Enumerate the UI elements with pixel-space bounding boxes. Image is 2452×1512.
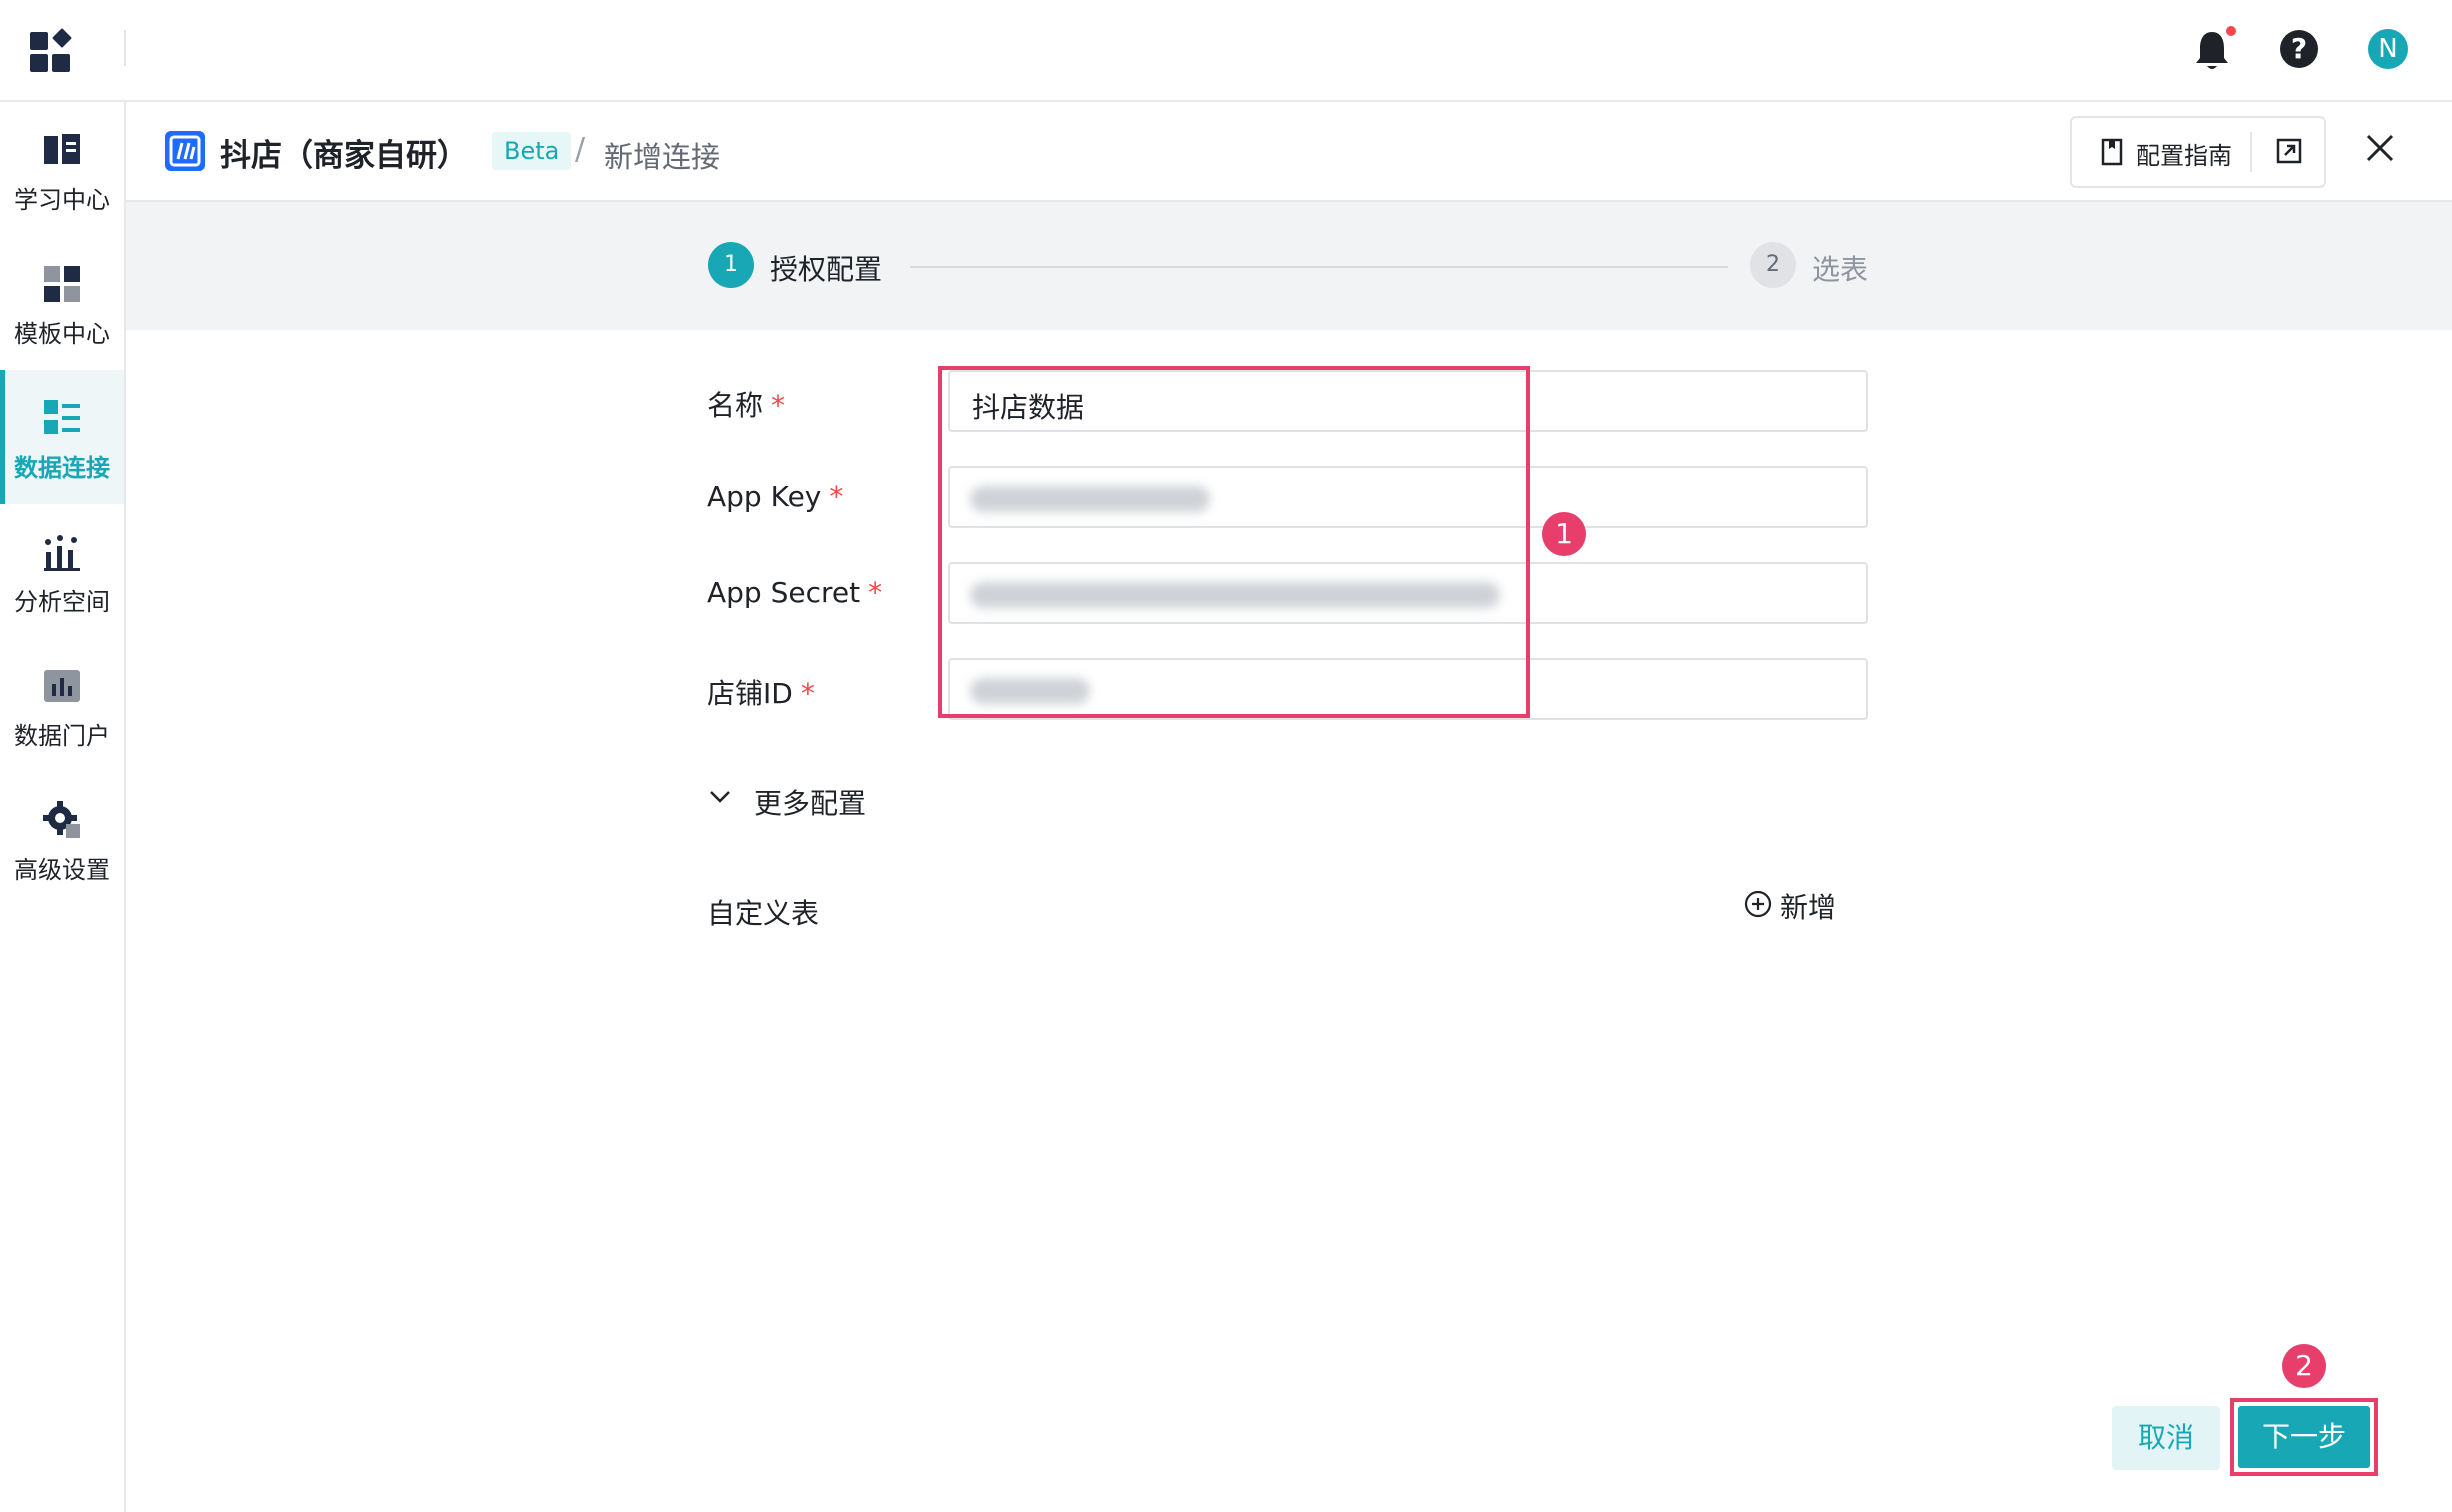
next-step-button[interactable]: 下一步 (2238, 1406, 2370, 1468)
step-2-label: 选表 (1812, 253, 1869, 286)
step-connector (910, 266, 1728, 268)
sidebar-item-label: 高级设置 (14, 856, 110, 884)
gear-icon (43, 801, 80, 838)
breadcrumb-current: 新增连接 (604, 140, 721, 174)
button-divider (2250, 132, 2252, 172)
app-secret-label: App Secret * (707, 576, 883, 609)
sidebar-item-advanced-settings[interactable]: 高级设置 (0, 772, 124, 906)
app-grid-icon[interactable] (28, 28, 78, 78)
notification-dot (2226, 26, 2236, 36)
config-guide-button[interactable]: 配置指南 (2070, 116, 2326, 188)
analysis-icon (44, 535, 80, 571)
config-guide-label: 配置指南 (2136, 142, 2232, 170)
book-icon (44, 134, 80, 164)
page-title: 抖店（商家自研） (220, 138, 468, 174)
close-icon[interactable] (2362, 130, 2398, 166)
active-indicator (0, 370, 5, 504)
annotation-highlight-fields (938, 366, 1530, 718)
top-bar (0, 0, 2452, 102)
sidebar-item-learning-center[interactable]: 学习中心 (0, 102, 124, 236)
breadcrumb-separator: / (575, 132, 586, 167)
sidebar-item-analysis-space[interactable]: 分析空间 (0, 504, 124, 638)
cancel-button[interactable]: 取消 (2112, 1406, 2220, 1470)
document-icon (2101, 138, 2123, 166)
open-external-icon[interactable] (2276, 138, 2302, 164)
plus-circle-icon (1744, 890, 1772, 918)
doudian-logo-icon (165, 131, 205, 171)
chevron-down-icon[interactable] (708, 784, 732, 808)
add-label: 新增 (1780, 891, 1837, 924)
sidebar-item-data-connection[interactable]: 数据连接 (0, 370, 124, 504)
sidebar-item-label: 模板中心 (14, 320, 110, 348)
name-label: 名称 * (707, 389, 786, 422)
data-connect-icon (44, 400, 80, 434)
topbar-divider (124, 30, 126, 66)
shop-id-label: 店铺ID * (707, 677, 815, 710)
template-icon (44, 266, 80, 302)
step-1-number: 1 (708, 242, 754, 288)
sidebar-item-label: 学习中心 (14, 186, 110, 214)
step-2-number: 2 (1750, 242, 1796, 288)
sidebar: 学习中心 模板中心 数据连接 分析空间 数据门户 高级设置 (0, 102, 126, 1512)
step-1-label: 授权配置 (770, 253, 883, 286)
sidebar-item-label: 分析空间 (14, 588, 110, 616)
help-icon[interactable]: ? (2280, 30, 2318, 68)
annotation-badge-2: 2 (2282, 1344, 2326, 1388)
sidebar-item-label: 数据门户 (14, 722, 110, 750)
custom-table-label: 自定义表 (707, 897, 820, 930)
avatar[interactable]: N (2368, 29, 2408, 69)
sidebar-item-label: 数据连接 (14, 454, 110, 482)
sidebar-item-data-portal[interactable]: 数据门户 (0, 638, 124, 772)
annotation-badge-1: 1 (1542, 512, 1586, 556)
more-config-toggle[interactable]: 更多配置 (754, 782, 866, 822)
sidebar-item-template-center[interactable]: 模板中心 (0, 236, 124, 370)
portal-icon (44, 670, 80, 702)
beta-badge: Beta (492, 132, 572, 170)
app-key-label: App Key * (707, 480, 844, 513)
